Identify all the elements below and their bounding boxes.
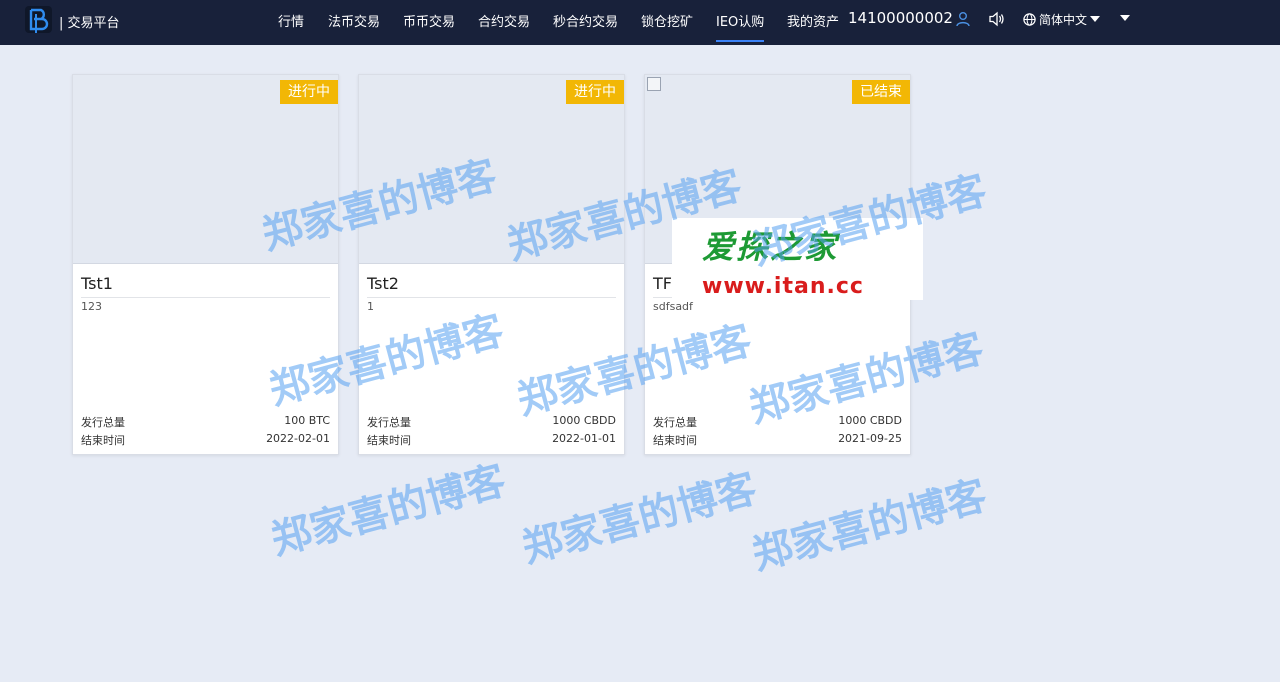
card-title: Tst2 xyxy=(367,274,399,293)
nav-my-assets[interactable]: 我的资产 xyxy=(787,11,839,30)
ieo-card-tst1[interactable]: 进行中 Tst1 123 发行总量 100 BTC 结束时间 2022-02-0… xyxy=(72,74,339,455)
nav-lock-mining[interactable]: 锁仓挖矿 xyxy=(641,11,693,30)
end-time-label: 结束时间 xyxy=(653,434,697,447)
total-issuance-row: 发行总量 1000 CBDD xyxy=(367,414,616,430)
language-selector[interactable]: 简体中文 xyxy=(1023,11,1101,28)
speaker-icon[interactable] xyxy=(988,11,1005,27)
total-issuance-value: 1000 CBDD xyxy=(552,414,616,427)
watermark: 郑家喜的博客 xyxy=(747,472,992,580)
card-title: Tst1 xyxy=(81,274,113,293)
nav-market[interactable]: 行情 xyxy=(278,11,304,30)
top-navigation-bar: | 交易平台 行情 法币交易 币币交易 合约交易 秒合约交易 锁仓挖矿 IEO认… xyxy=(0,0,1280,45)
globe-icon xyxy=(1023,13,1036,26)
total-issuance-label: 发行总量 xyxy=(653,416,697,429)
nav-fiat-trading[interactable]: 法币交易 xyxy=(328,11,380,30)
card-description: 123 xyxy=(81,300,102,313)
card-description: 1 xyxy=(367,300,374,313)
menu-caret-down-icon[interactable] xyxy=(1120,15,1130,22)
promo-url: www.itan.cc xyxy=(702,274,864,299)
end-time-label: 结束时间 xyxy=(367,434,411,447)
end-time-row: 结束时间 2022-02-01 xyxy=(81,432,330,448)
end-time-label: 结束时间 xyxy=(81,434,125,447)
end-time-row: 结束时间 2021-09-25 xyxy=(653,432,902,448)
divider xyxy=(81,297,330,298)
total-issuance-value: 1000 CBDD xyxy=(838,414,902,427)
divider xyxy=(367,297,616,298)
status-badge: 进行中 xyxy=(280,80,338,104)
nav-contract-trading[interactable]: 合约交易 xyxy=(478,11,530,30)
promo-title: 爱探之家 xyxy=(702,228,839,266)
brand-title: | 交易平台 xyxy=(59,16,120,31)
platform-logo-icon[interactable] xyxy=(25,6,52,33)
status-badge: 进行中 xyxy=(566,80,624,104)
end-time-value: 2021-09-25 xyxy=(838,432,902,445)
broken-image-icon xyxy=(647,77,661,91)
total-issuance-value: 100 BTC xyxy=(284,414,330,427)
nav-spot-trading[interactable]: 币币交易 xyxy=(403,11,455,30)
caret-down-icon xyxy=(1090,16,1101,22)
user-icon[interactable] xyxy=(955,11,971,27)
promo-banner: 爱探之家 www.itan.cc xyxy=(672,218,923,300)
watermark: 郑家喜的博客 xyxy=(266,457,511,565)
total-issuance-row: 发行总量 1000 CBDD xyxy=(653,414,902,430)
end-time-value: 2022-01-01 xyxy=(552,432,616,445)
nav-second-contract[interactable]: 秒合约交易 xyxy=(553,11,618,30)
nav-ieo[interactable]: IEO认购 xyxy=(716,11,765,42)
status-badge: 已结束 xyxy=(852,80,910,104)
total-issuance-label: 发行总量 xyxy=(367,416,411,429)
ieo-card-tst2[interactable]: 进行中 Tst2 1 发行总量 1000 CBDD 结束时间 2022-01-0… xyxy=(358,74,625,455)
end-time-value: 2022-02-01 xyxy=(266,432,330,445)
total-issuance-label: 发行总量 xyxy=(81,416,125,429)
account-number[interactable]: 14100000002 xyxy=(848,9,953,27)
end-time-row: 结束时间 2022-01-01 xyxy=(367,432,616,448)
language-label: 简体中文 xyxy=(1039,13,1088,27)
total-issuance-row: 发行总量 100 BTC xyxy=(81,414,330,430)
card-description: sdfsadf xyxy=(653,300,693,313)
watermark: 郑家喜的博客 xyxy=(517,465,762,573)
